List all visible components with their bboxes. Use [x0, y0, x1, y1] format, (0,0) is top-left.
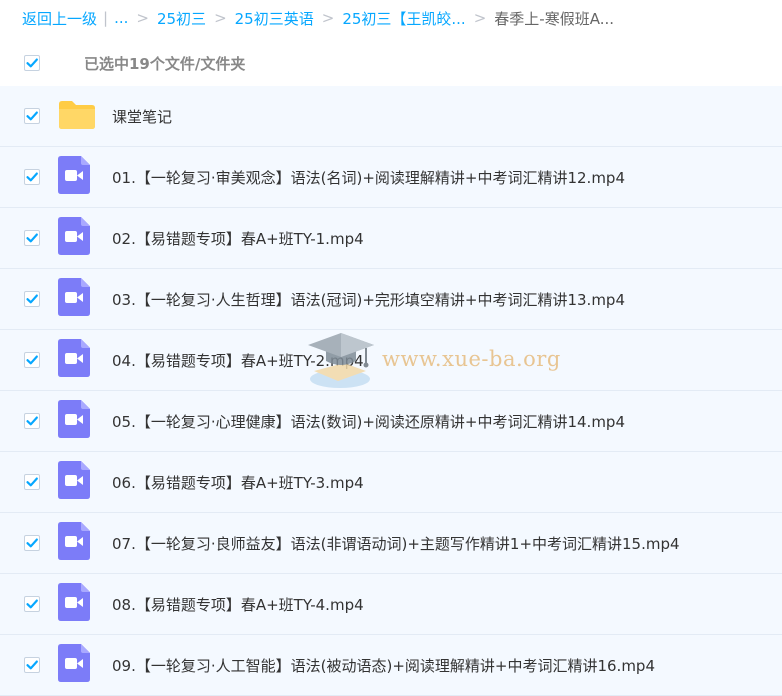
file-row[interactable]: 05.【一轮复习·心理健康】语法(数词)+阅读还原精讲+中考词汇精讲14.mp4	[0, 391, 782, 452]
file-name[interactable]: 05.【一轮复习·心理健康】语法(数词)+阅读还原精讲+中考词汇精讲14.mp4	[112, 411, 625, 432]
breadcrumb: 返回上一级 | ... > 25初三 > 25初三英语 > 25初三【王凯皎..…	[22, 0, 614, 36]
file-checkbox[interactable]	[24, 230, 40, 246]
breadcrumb-ellipsis[interactable]: ...	[114, 9, 128, 27]
breadcrumb-pipe: |	[103, 9, 109, 27]
file-name[interactable]: 08.【易错题专项】春A+班TY-4.mp4	[112, 594, 364, 615]
file-name[interactable]: 06.【易错题专项】春A+班TY-3.mp4	[112, 472, 364, 493]
breadcrumb-current: 春季上-寒假班A...	[494, 9, 615, 28]
video-icon-wrap	[58, 644, 90, 686]
checkmark-icon	[26, 294, 38, 304]
file-row[interactable]: 03.【一轮复习·人生哲理】语法(冠词)+完形填空精讲+中考词汇精讲13.mp4	[0, 269, 782, 330]
file-row[interactable]: 01.【一轮复习·审美观念】语法(名词)+阅读理解精讲+中考词汇精讲12.mp4	[0, 147, 782, 208]
video-file-icon	[58, 522, 90, 560]
file-row[interactable]: 02.【易错题专项】春A+班TY-1.mp4	[0, 208, 782, 269]
breadcrumb-item[interactable]: 25初三	[157, 8, 206, 29]
video-icon-wrap	[58, 217, 90, 259]
back-link[interactable]: 返回上一级	[22, 8, 97, 29]
breadcrumb-separator: >	[473, 9, 487, 27]
video-icon-wrap	[58, 339, 90, 381]
selection-count: 已选中19个文件/文件夹	[84, 54, 246, 73]
file-list: 课堂笔记 01.【一轮复习·审美观念】语法(名词)+阅读理解精讲+中考词汇精讲1…	[0, 86, 782, 696]
video-file-icon	[58, 278, 90, 316]
video-icon-wrap	[58, 583, 90, 625]
breadcrumb-separator: >	[321, 9, 335, 27]
checkmark-icon	[26, 477, 38, 487]
video-icon-wrap	[58, 278, 90, 320]
file-name[interactable]: 01.【一轮复习·审美观念】语法(名词)+阅读理解精讲+中考词汇精讲12.mp4	[112, 167, 625, 188]
video-file-icon	[58, 461, 90, 499]
video-file-icon	[58, 339, 90, 377]
video-icon-wrap	[58, 522, 90, 564]
checkmark-icon	[26, 233, 38, 243]
file-name[interactable]: 课堂笔记	[112, 106, 172, 127]
video-file-icon	[58, 400, 90, 438]
file-name[interactable]: 07.【一轮复习·良师益友】语法(非谓语动词)+主题写作精讲1+中考词汇精讲15…	[112, 533, 680, 554]
video-icon-wrap	[58, 461, 90, 503]
video-file-icon	[58, 583, 90, 621]
file-name[interactable]: 09.【一轮复习·人工智能】语法(被动语态)+阅读理解精讲+中考词汇精讲16.m…	[112, 655, 655, 676]
file-checkbox[interactable]	[24, 657, 40, 673]
checkmark-icon	[26, 538, 38, 548]
file-row[interactable]: 04.【易错题专项】春A+班TY-2.mp4	[0, 330, 782, 391]
file-checkbox[interactable]	[24, 413, 40, 429]
checkmark-icon	[26, 58, 38, 68]
file-name[interactable]: 04.【易错题专项】春A+班TY-2.mp4	[112, 350, 364, 371]
breadcrumb-item[interactable]: 25初三英语	[235, 8, 314, 29]
breadcrumb-item[interactable]: 25初三【王凯皎...	[342, 8, 465, 29]
video-file-icon	[58, 644, 90, 682]
breadcrumb-separator: >	[214, 9, 227, 27]
video-icon-wrap	[58, 156, 90, 198]
file-checkbox[interactable]	[24, 596, 40, 612]
file-checkbox[interactable]	[24, 169, 40, 185]
file-checkbox[interactable]	[24, 535, 40, 551]
video-icon-wrap	[58, 400, 90, 442]
checkmark-icon	[26, 416, 38, 426]
folder-icon	[59, 101, 95, 129]
file-checkbox[interactable]	[24, 474, 40, 490]
checkmark-icon	[26, 599, 38, 609]
checkmark-icon	[26, 355, 38, 365]
breadcrumb-separator: >	[136, 9, 149, 27]
file-checkbox[interactable]	[24, 352, 40, 368]
file-row[interactable]: 课堂笔记	[0, 86, 782, 147]
file-name[interactable]: 03.【一轮复习·人生哲理】语法(冠词)+完形填空精讲+中考词汇精讲13.mp4	[112, 289, 625, 310]
select-all-checkbox[interactable]	[24, 55, 40, 71]
video-file-icon	[58, 217, 90, 255]
checkmark-icon	[26, 660, 38, 670]
selection-bar: 已选中19个文件/文件夹	[0, 40, 782, 86]
folder-icon-wrap	[58, 98, 96, 134]
video-file-icon	[58, 156, 90, 194]
file-checkbox[interactable]	[24, 291, 40, 307]
checkmark-icon	[26, 111, 38, 121]
file-row[interactable]: 08.【易错题专项】春A+班TY-4.mp4	[0, 574, 782, 635]
file-row[interactable]: 06.【易错题专项】春A+班TY-3.mp4	[0, 452, 782, 513]
checkmark-icon	[26, 172, 38, 182]
file-row[interactable]: 07.【一轮复习·良师益友】语法(非谓语动词)+主题写作精讲1+中考词汇精讲15…	[0, 513, 782, 574]
file-row[interactable]: 09.【一轮复习·人工智能】语法(被动语态)+阅读理解精讲+中考词汇精讲16.m…	[0, 635, 782, 696]
file-name[interactable]: 02.【易错题专项】春A+班TY-1.mp4	[112, 228, 364, 249]
file-checkbox[interactable]	[24, 108, 40, 124]
